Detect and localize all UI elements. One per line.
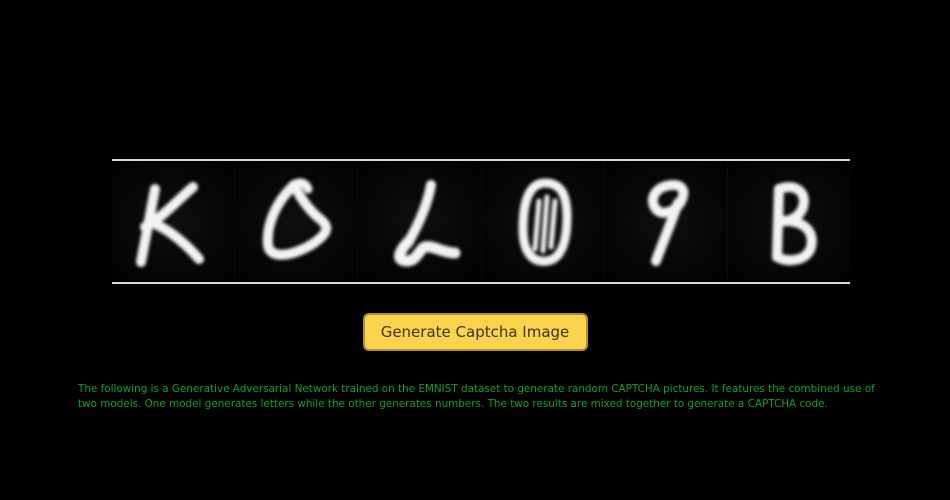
- button-row: Generate Captcha Image: [0, 313, 950, 351]
- captcha-char-5: [604, 163, 728, 280]
- bottom-divider: [112, 282, 850, 284]
- captcha-char-6: [727, 163, 851, 280]
- captcha-char-4: [481, 163, 605, 280]
- captcha-char-3: [358, 163, 482, 280]
- description-text: The following is a Generative Adversaria…: [78, 383, 875, 410]
- captcha-glyph-b: [771, 181, 817, 265]
- captcha-glyph-l: [394, 179, 461, 266]
- captcha-image: [112, 163, 851, 280]
- captcha-glyph-delta: [263, 177, 332, 260]
- captcha-glyph-nine: [647, 179, 689, 266]
- captcha-page: Generate Captcha Image The following is …: [0, 0, 950, 500]
- top-divider: [112, 159, 850, 161]
- captcha-glyph-k: [136, 181, 205, 267]
- captcha-char-2: [235, 163, 359, 280]
- captcha-glyph-zero: [518, 178, 572, 266]
- generate-captcha-button[interactable]: Generate Captcha Image: [362, 313, 588, 351]
- captcha-char-1: [112, 163, 236, 280]
